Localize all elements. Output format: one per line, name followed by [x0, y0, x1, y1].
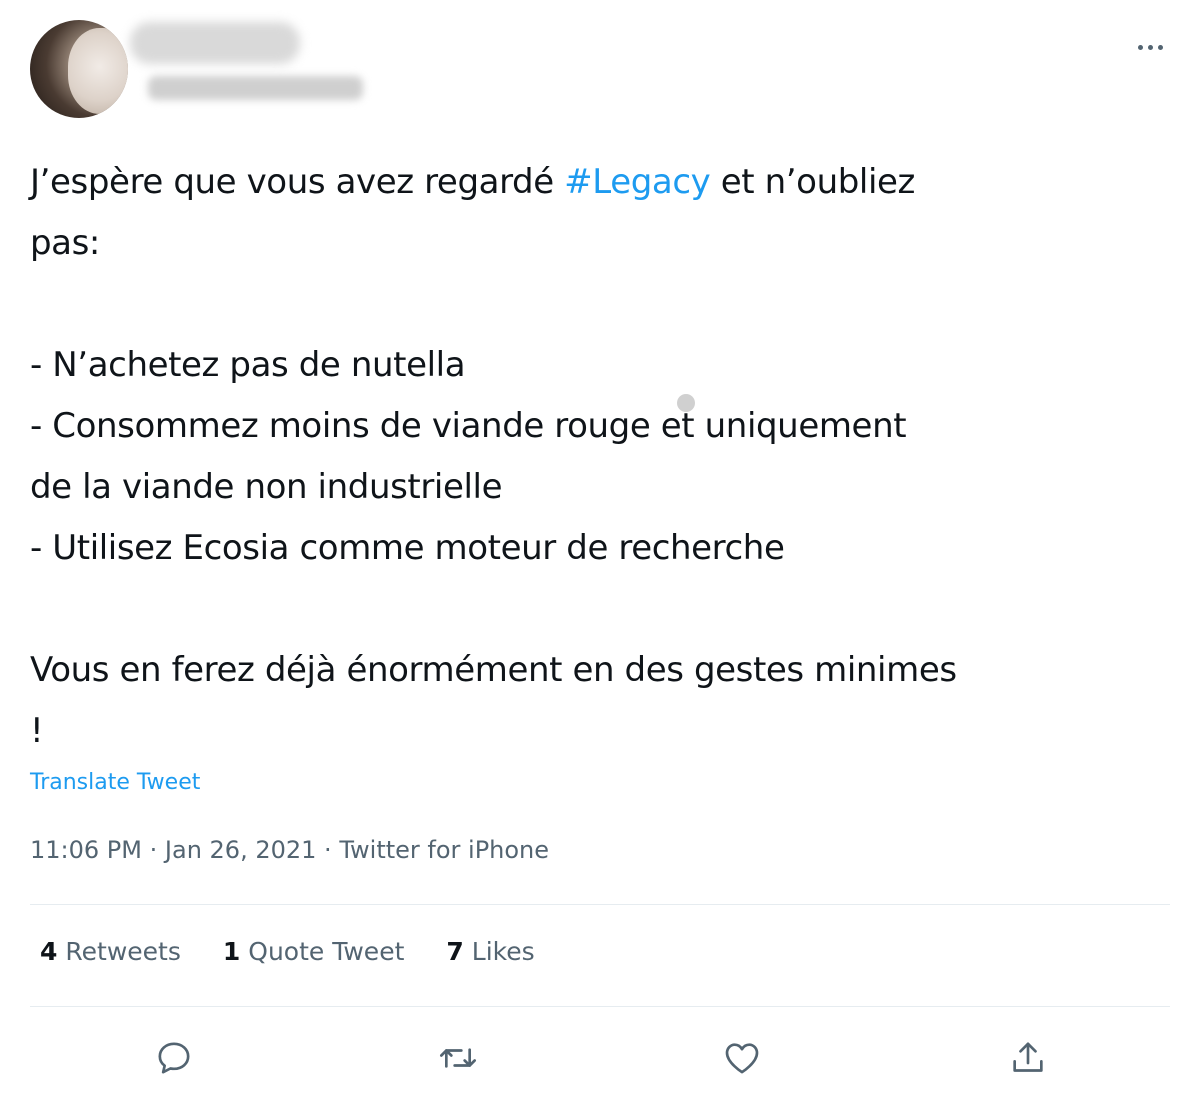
tweet-date[interactable]: Jan 26, 2021: [165, 836, 317, 864]
tweet-actions: [0, 1030, 1200, 1086]
like-button[interactable]: [714, 1030, 770, 1086]
heart-icon: [725, 1043, 759, 1074]
more-dot: [1157, 44, 1163, 50]
likes-count: 7: [446, 937, 464, 966]
text-segment: et n’oubliez: [710, 162, 916, 202]
tweet-text-line: - N’achetez pas de nutella: [30, 345, 466, 385]
tweet-text-line: - Utilisez Ecosia comme moteur de recher…: [30, 528, 785, 568]
tweet-card: J’espère que vous avez regardé #Legacy e…: [0, 0, 1200, 1100]
reply-button[interactable]: [146, 1030, 202, 1086]
more-dot: [1147, 44, 1153, 50]
hashtag-link[interactable]: #Legacy: [564, 162, 711, 202]
translate-tweet-link[interactable]: Translate Tweet: [30, 770, 200, 795]
more-options-button[interactable]: [1128, 30, 1172, 64]
divider: [30, 904, 1170, 905]
tweet-text-line: pas:: [30, 223, 100, 263]
tweet-source[interactable]: Twitter for iPhone: [339, 836, 549, 864]
tweet-text-line: J’espère que vous avez regardé #Legacy e…: [30, 152, 1170, 213]
tweet-meta: 11:06 PM · Jan 26, 2021 · Twitter for iP…: [30, 836, 549, 864]
quote-tweets-stat[interactable]: 1 Quote Tweet: [223, 937, 405, 966]
author-handle-redacted[interactable]: [148, 76, 363, 100]
retweets-count: 4: [40, 937, 58, 966]
tweet-text-line: !: [30, 711, 44, 751]
share-button[interactable]: [1000, 1030, 1056, 1086]
tweet-stats: 4 Retweets 1 Quote Tweet 7 Likes: [40, 937, 535, 966]
meta-separator: ·: [324, 836, 332, 864]
author-name-redacted[interactable]: [130, 22, 300, 64]
quotes-count: 1: [222, 937, 241, 966]
likes-label: Likes: [471, 937, 535, 966]
tweet-text: J’espère que vous avez regardé #Legacy e…: [30, 152, 1170, 762]
tweet-text-line: de la viande non industrielle: [30, 467, 503, 507]
retweets-stat[interactable]: 4 Retweets: [40, 937, 181, 966]
tweet-text-line: - Consommez moins de viande rouge et uni…: [30, 406, 907, 446]
retweet-icon: [440, 1048, 476, 1068]
tweet-time[interactable]: 11:06 PM: [30, 836, 142, 864]
retweet-button[interactable]: [430, 1030, 486, 1086]
retweets-label: Retweets: [65, 937, 181, 966]
reply-icon: [158, 1042, 190, 1074]
author-avatar[interactable]: [30, 20, 128, 118]
divider: [30, 1006, 1170, 1007]
quotes-label: Quote Tweet: [248, 937, 405, 966]
share-icon: [1013, 1042, 1043, 1072]
more-horizontal-icon: [1137, 44, 1143, 50]
meta-separator: ·: [149, 836, 158, 864]
text-segment: J’espère que vous avez regardé: [30, 162, 565, 202]
tweet-text-line: Vous en ferez déjà énormément en des ges…: [30, 650, 957, 690]
likes-stat[interactable]: 7 Likes: [446, 937, 534, 966]
mouse-cursor-dot: [677, 394, 695, 412]
